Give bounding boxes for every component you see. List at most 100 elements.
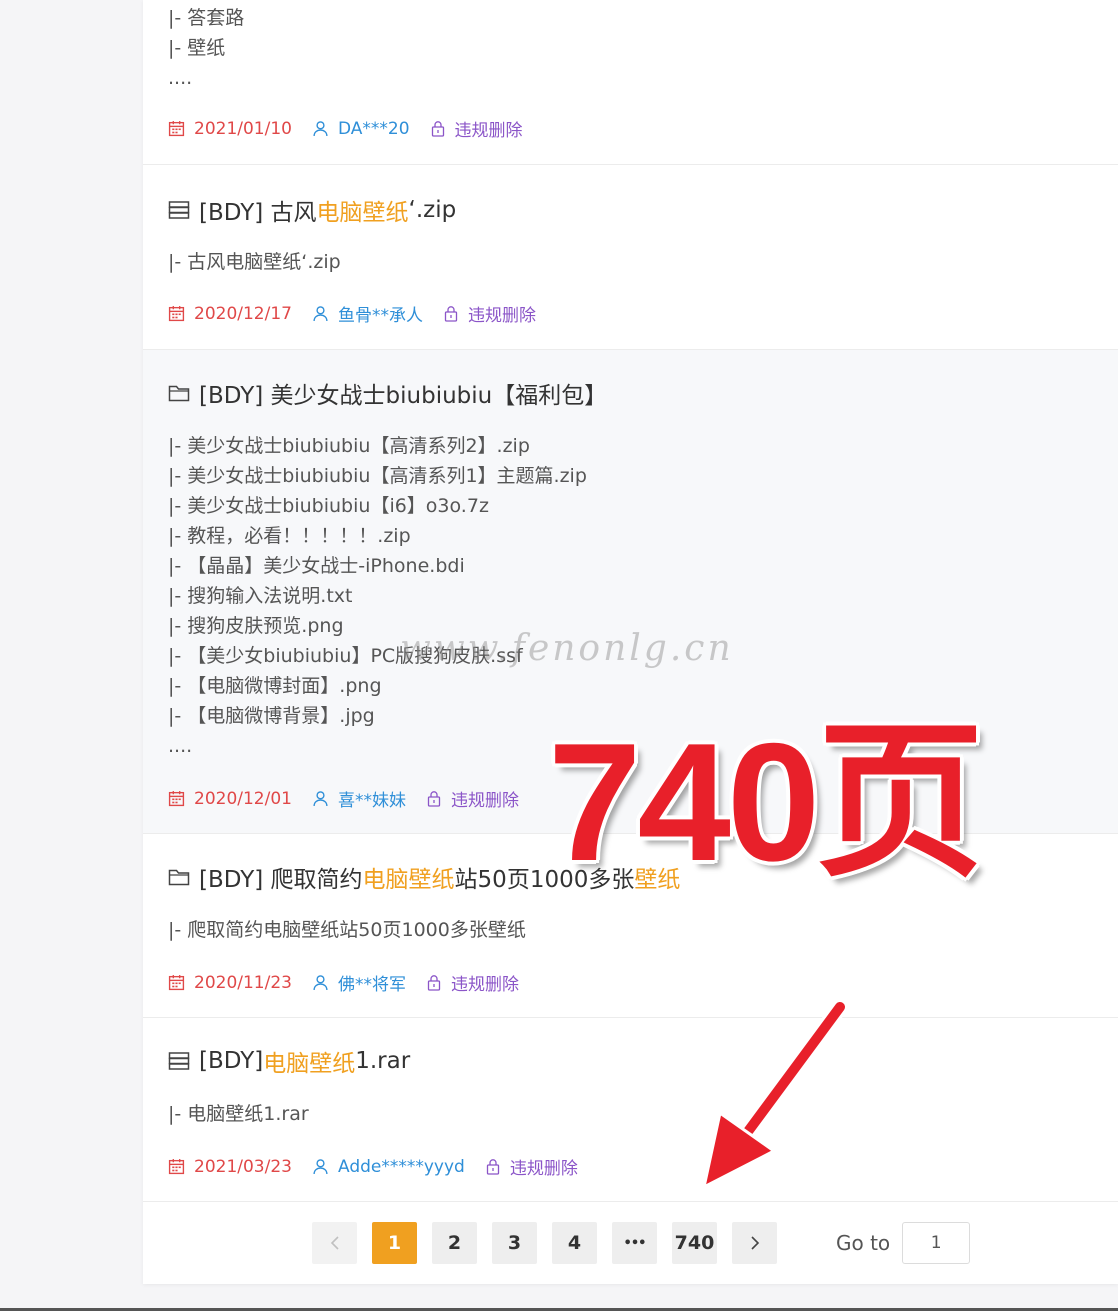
item-user: Adde*****yyyd <box>337 1156 465 1177</box>
result-item: |- 答套路 |- 壁纸 .... 2021/01/10 DA***20 违规删… <box>143 0 1118 165</box>
user-icon <box>313 1159 328 1174</box>
date-meta: 2020/12/17 <box>168 304 292 324</box>
page-button-3[interactable]: 3 <box>492 1222 537 1264</box>
title-highlight: 电脑壁纸 <box>362 867 455 893</box>
file-entry: |- 教程，必看！！！！！.zip <box>168 525 411 547</box>
prev-page-button[interactable] <box>312 1222 357 1264</box>
file-list: |- 古风电脑壁纸‘.zip <box>168 247 341 277</box>
report-label: 违规删除 <box>509 1159 578 1179</box>
date-meta: 2021/03/23 <box>168 1157 292 1177</box>
title-text: [BDY] 古风 <box>199 200 317 226</box>
file-list: |- 电脑壁纸1.rar <box>168 1099 309 1129</box>
item-date: 2020/12/01 <box>194 788 292 809</box>
arrow-icon <box>702 999 848 1189</box>
report-label: 违规删除 <box>467 306 536 326</box>
file-entry: |- 古风电脑壁纸‘.zip <box>168 251 341 273</box>
folder-icon <box>168 869 190 886</box>
date-meta: 2020/12/01 <box>168 789 292 809</box>
item-meta: 2021/01/10 DA***20 违规删除 <box>168 116 543 141</box>
report-link[interactable]: 违规删除 <box>426 786 519 811</box>
file-list: |- 美少女战士biubiubiu【高清系列2】.zip |- 美少女战士biu… <box>168 431 587 761</box>
date-meta: 2021/01/10 <box>168 119 292 139</box>
title-text: 1.rar <box>355 1048 411 1074</box>
file-list: |- 爬取简约电脑壁纸站50页1000多张壁纸 <box>168 915 526 945</box>
calendar-icon <box>168 1159 185 1175</box>
file-entry: |- 美少女战士biubiubiu【高清系列1】主题篇.zip <box>168 465 587 487</box>
lock-icon <box>444 306 458 322</box>
title-text: [BDY] 美少女战士biubiubiu【福利包】 <box>199 383 608 409</box>
report-link[interactable]: 违规删除 <box>485 1154 578 1179</box>
file-entry: |- 答套路 <box>168 7 245 29</box>
item-user: DA***20 <box>337 118 410 139</box>
watermark: www.fenonlg.cn <box>400 628 734 669</box>
result-item: [BDY] 电脑壁纸 1.rar |- 电脑壁纸1.rar 2021/03/23 … <box>143 1018 1118 1202</box>
page-count-annotation: 740页 <box>548 708 984 896</box>
goto-control: Go to <box>836 1222 971 1264</box>
item-meta: 2020/11/23 佛**将军 违规删除 <box>168 970 539 995</box>
calendar-icon <box>168 975 185 991</box>
goto-label: Go to <box>836 1231 891 1255</box>
report-label: 违规删除 <box>450 791 519 811</box>
item-meta: 2021/03/23 Adde*****yyyd 违规删除 <box>168 1154 598 1179</box>
report-link[interactable]: 违规删除 <box>430 116 523 141</box>
user-icon <box>313 306 328 321</box>
title-highlight: 电脑壁纸 <box>263 1051 356 1077</box>
title-highlight: 电脑壁纸 <box>316 200 409 226</box>
title-text: ‘.zip <box>408 197 457 223</box>
chevron-right-icon <box>750 1236 759 1250</box>
calendar-icon <box>168 121 185 137</box>
calendar-icon <box>168 306 185 322</box>
database-icon <box>168 201 190 219</box>
page-button-2[interactable]: 2 <box>432 1222 477 1264</box>
file-entry: .... <box>168 67 193 89</box>
user-icon <box>313 121 328 136</box>
item-date: 2021/01/10 <box>194 118 292 139</box>
goto-page-input[interactable] <box>902 1222 971 1264</box>
item-user: 佛**将军 <box>337 975 406 995</box>
file-entry: |- 壁纸 <box>168 37 226 59</box>
title-text: [BDY] <box>199 1048 264 1074</box>
folder-icon <box>168 385 190 402</box>
item-date: 2021/03/23 <box>194 1156 292 1177</box>
lock-icon <box>427 791 441 807</box>
chevron-left-icon <box>330 1236 339 1250</box>
user-meta[interactable]: 佛**将军 <box>312 970 406 995</box>
title-text: [BDY] 爬取简约 <box>199 867 363 893</box>
file-entry: .... <box>168 735 193 757</box>
item-title[interactable]: [BDY] 古风 电脑壁纸 ‘.zip <box>168 193 456 227</box>
file-entry: |- 美少女战士biubiubiu【i6】o3o.7z <box>168 495 489 517</box>
next-page-button[interactable] <box>732 1222 777 1264</box>
page-button-last[interactable]: 740 <box>672 1222 717 1264</box>
item-title[interactable]: [BDY] 美少女战士biubiubiu【福利包】 <box>168 376 607 410</box>
lock-icon <box>431 121 444 137</box>
calendar-icon <box>168 791 185 807</box>
item-title[interactable]: [BDY] 电脑壁纸 1.rar <box>168 1044 410 1078</box>
user-meta[interactable]: 喜**妹妹 <box>312 786 406 811</box>
result-item: [BDY] 古风 电脑壁纸 ‘.zip |- 古风电脑壁纸‘.zip 2020/12… <box>143 165 1118 350</box>
report-link[interactable]: 违规删除 <box>426 970 519 995</box>
item-date: 2020/12/17 <box>194 303 292 324</box>
item-user: 喜**妹妹 <box>337 791 406 811</box>
file-entry: |- 爬取简约电脑壁纸站50页1000多张壁纸 <box>168 919 526 941</box>
report-link[interactable]: 违规删除 <box>443 301 536 326</box>
file-entry: |- 【电脑微博封面】.png <box>168 675 382 697</box>
user-meta[interactable]: DA***20 <box>312 119 410 139</box>
user-meta[interactable]: 鱼骨**承人 <box>312 301 423 326</box>
page-button-1[interactable]: 1 <box>372 1222 417 1264</box>
database-icon <box>168 1052 190 1070</box>
item-user: 鱼骨**承人 <box>337 306 423 326</box>
page-button-4[interactable]: 4 <box>552 1222 597 1264</box>
file-list: |- 答套路 |- 壁纸 .... <box>168 3 244 93</box>
item-meta: 2020/12/17 鱼骨**承人 违规删除 <box>168 301 556 326</box>
page-ellipsis[interactable]: ••• <box>612 1222 657 1264</box>
lock-icon <box>486 1159 499 1175</box>
item-meta: 2020/12/01 喜**妹妹 违规删除 <box>168 786 539 811</box>
report-label: 违规删除 <box>454 121 523 141</box>
file-entry: |- 美少女战士biubiubiu【高清系列2】.zip <box>168 435 530 457</box>
file-entry: |- 电脑壁纸1.rar <box>168 1103 309 1125</box>
item-date: 2020/11/23 <box>194 972 292 993</box>
user-icon <box>313 975 328 990</box>
date-meta: 2020/11/23 <box>168 973 292 993</box>
user-meta[interactable]: Adde*****yyyd <box>312 1157 465 1177</box>
file-entry: |- 【电脑微博背景】.jpg <box>168 705 375 727</box>
